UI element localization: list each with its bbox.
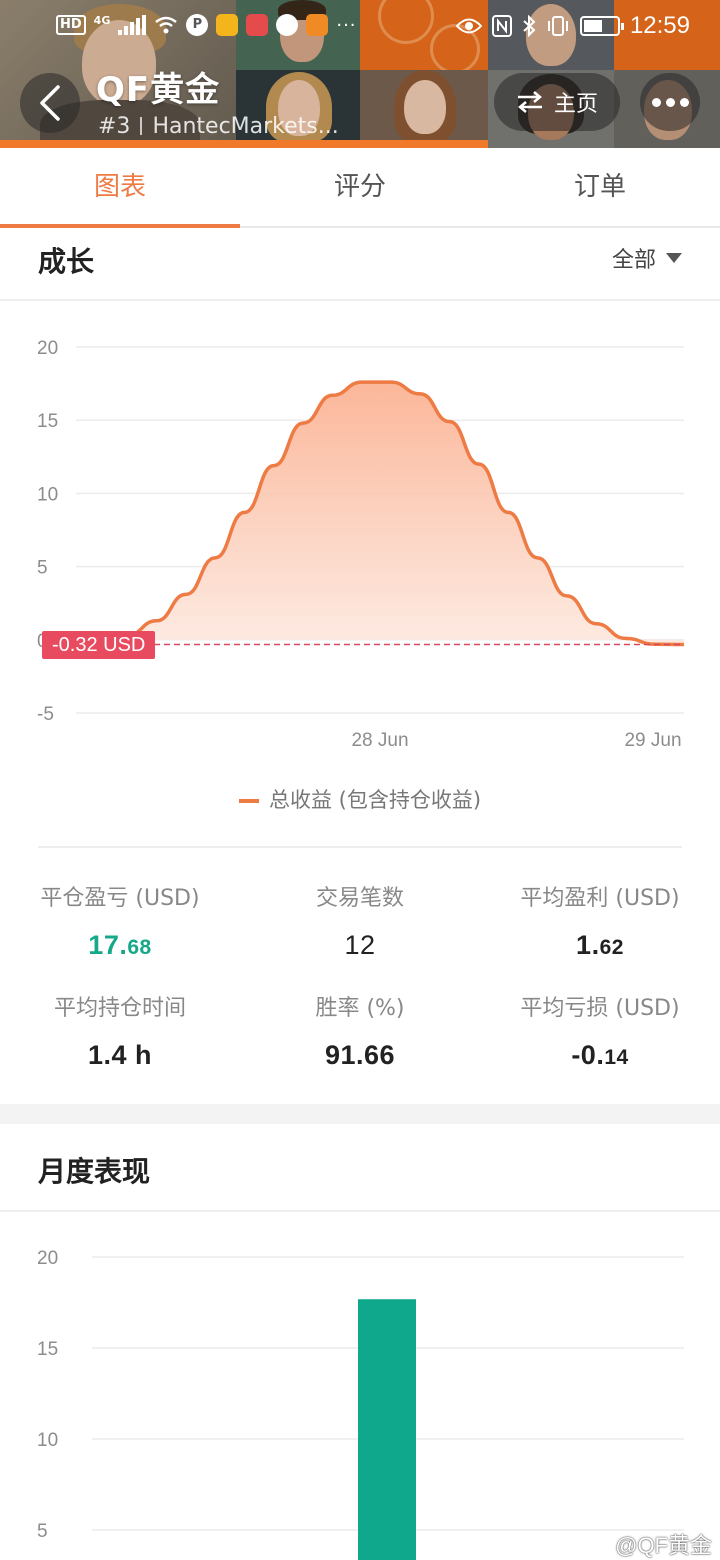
x-tick-label: 29 Jun (624, 730, 681, 751)
status-bar: HD 4G P ··· 12:59 (0, 0, 720, 56)
header-accent-strip (0, 140, 488, 148)
stat-value-main: -0. (571, 1040, 605, 1070)
more-dot-icon (665, 97, 675, 107)
clock: 12:59 (629, 12, 690, 39)
y-tick-label: 5 (37, 558, 48, 579)
stat-win-rate: 胜率 (%) 91.66 (240, 990, 480, 1071)
more-notifications-icon: ··· (336, 14, 357, 36)
eye-icon (455, 18, 482, 34)
more-options-button[interactable] (640, 73, 700, 131)
growth-area (98, 382, 684, 645)
tab-orders[interactable]: 订单 (480, 148, 720, 226)
stat-label: 胜率 (%) (315, 996, 405, 1021)
stat-value-main: 12 (344, 930, 376, 960)
stat-label: 平均持仓时间 (53, 996, 186, 1021)
stat-value-decimals: 62 (599, 936, 624, 959)
shield-app-icon (306, 14, 329, 36)
section-divider (0, 1210, 720, 1212)
stat-value-decimals: 14 (604, 1046, 629, 1069)
home-button[interactable]: 主页 (494, 73, 620, 131)
section-gap (0, 1104, 720, 1124)
legend-swatch (238, 799, 259, 803)
status-bar-right: 12:59 (455, 12, 690, 40)
subtitle-separator (140, 117, 143, 135)
monthly-chart: 20 15 10 5 (37, 1248, 684, 1560)
stat-value-decimals: 68 (127, 936, 152, 959)
y-tick-label: 10 (37, 484, 58, 505)
bluetooth-icon (523, 15, 536, 37)
stat-value-main: 1. (576, 930, 600, 960)
tab-bar: 图表 评分 订单 (0, 148, 720, 228)
vibrate-icon (547, 16, 568, 36)
y-tick-label: 20 (37, 338, 58, 359)
stat-avg-loss: 平均亏损 (USD) -0.14 (480, 990, 720, 1071)
more-dot-icon (679, 97, 689, 107)
profile-header: HD 4G P ··· 12:59 QF黄金 #3 HantecMarkets.… (0, 0, 720, 148)
growth-chart: 20151050-528 Jun29 Jun (37, 338, 685, 751)
battery-icon (579, 16, 624, 36)
stat-trade-count: 交易笔数 12 (240, 880, 480, 961)
rank-label: #3 (98, 114, 131, 139)
stat-value: 12 (240, 930, 480, 961)
growth-legend: 总收益 (包含持仓收益) (0, 784, 720, 814)
y-tick-label: -5 (37, 704, 54, 725)
stat-value-main: 1.4 h (87, 1040, 153, 1070)
swap-icon (517, 91, 542, 113)
y-tick-label: 20 (37, 1248, 58, 1269)
monthly-bar (358, 1299, 416, 1560)
more-dot-icon (651, 97, 661, 107)
tab-chart[interactable]: 图表 (0, 148, 240, 228)
growth-section-title: 成长 (38, 245, 95, 278)
watermark: @QF黄金 (615, 1533, 712, 1558)
legend-label: 总收益 (包含持仓收益) (268, 788, 482, 812)
stat-value: -0.14 (480, 1040, 720, 1071)
status-bar-left: HD 4G P ··· (56, 14, 357, 36)
tab-rating[interactable]: 评分 (240, 148, 480, 226)
stat-value: 91.66 (240, 1040, 480, 1071)
signal-icon (118, 15, 147, 35)
stat-value: 17.68 (0, 930, 240, 961)
section-divider (38, 846, 682, 848)
home-button-label: 主页 (553, 92, 598, 117)
stat-label: 平仓盈亏 (USD) (40, 886, 200, 911)
stat-value-main: 91.66 (324, 1040, 396, 1070)
y-tick-label: 5 (37, 1521, 48, 1542)
stat-value: 1.4 h (0, 1040, 240, 1071)
browser-app-icon (276, 14, 299, 36)
mail-app-icon (216, 14, 239, 36)
chevron-left-icon (40, 85, 60, 121)
wifi-icon (155, 16, 178, 34)
growth-period-filter[interactable]: 全部 (612, 242, 682, 274)
y-tick-label: 15 (37, 1339, 58, 1360)
battery-level (583, 20, 602, 32)
stat-avg-hold-time: 平均持仓时间 1.4 h (0, 990, 240, 1071)
stat-label: 平均亏损 (USD) (520, 996, 680, 1021)
dropdown-arrow-icon (666, 253, 682, 263)
stat-avg-profit: 平均盈利 (USD) 1.62 (480, 880, 720, 961)
book-app-icon (246, 14, 269, 36)
stat-label: 交易笔数 (315, 886, 404, 911)
y-tick-label: 15 (37, 411, 58, 432)
x-tick-label: 28 Jun (351, 730, 408, 751)
nfc-icon (491, 15, 512, 37)
stat-closed-pnl: 平仓盈亏 (USD) 17.68 (0, 880, 240, 961)
monthly-section-title: 月度表现 (38, 1155, 151, 1188)
stat-value: 1.62 (480, 930, 720, 961)
parking-app-icon: P (186, 14, 209, 36)
growth-period-label: 全部 (611, 248, 656, 273)
trader-subtitle: #3 HantecMarkets... (98, 114, 339, 139)
network-type: 4G (93, 14, 111, 27)
y-tick-label: 10 (37, 1430, 58, 1451)
stat-label: 平均盈利 (USD) (520, 886, 680, 911)
hd-indicator: HD (56, 15, 86, 35)
page-title: QF黄金 (96, 70, 221, 110)
stat-value-main: 17. (88, 930, 128, 960)
back-button[interactable] (20, 73, 80, 133)
broker-label: HantecMarkets... (152, 114, 339, 139)
current-value-tag: -0.32 USD (42, 631, 156, 659)
